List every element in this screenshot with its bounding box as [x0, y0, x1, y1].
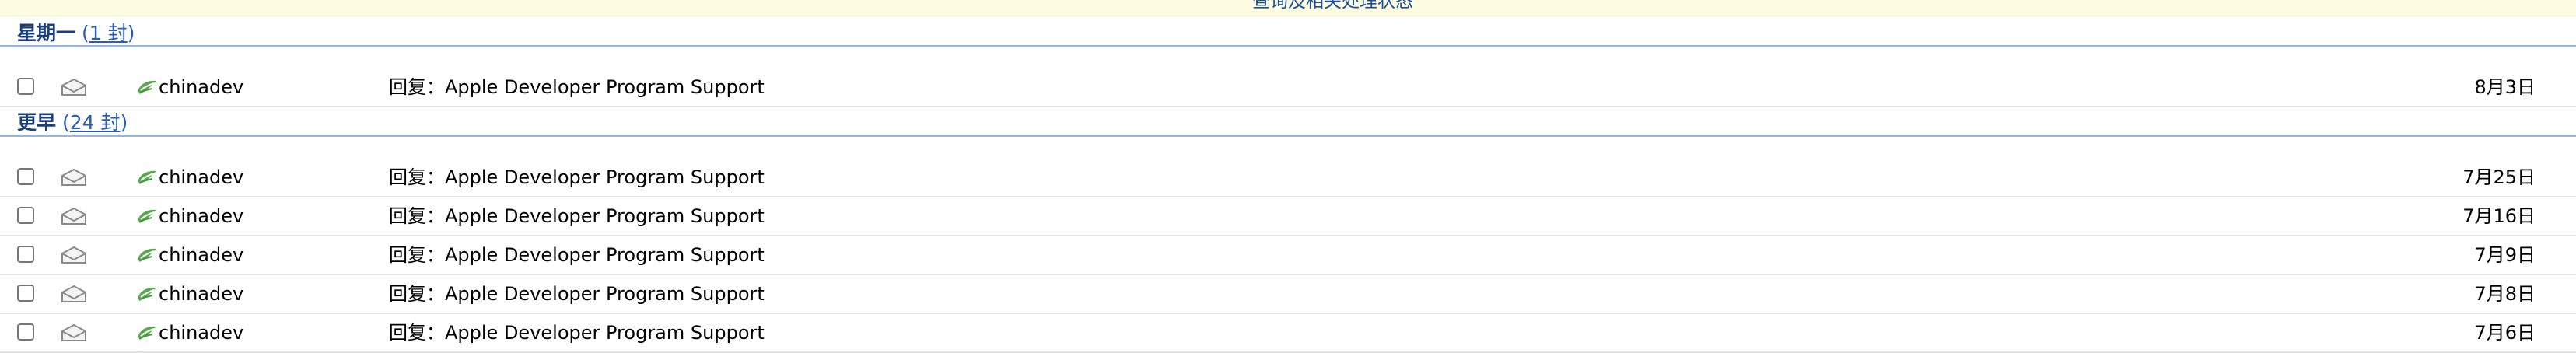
date-label: 7月9日: [2474, 244, 2536, 266]
mail-row[interactable]: chinadev 回复：Apple Developer Program Supp…: [0, 159, 2576, 197]
date-label: 8月3日: [2474, 76, 2536, 98]
subject-link[interactable]: 回复：Apple Developer Program Support: [389, 165, 765, 190]
leaf-icon: [138, 209, 156, 223]
date-label: 7月25日: [2462, 166, 2536, 188]
group-header-monday: 星期一 (1 封): [0, 22, 2576, 47]
mail-row[interactable]: chinadev 回复：Apple Developer Program Supp…: [0, 68, 2576, 107]
group-title: 星期一: [17, 22, 76, 44]
leaf-icon: [138, 170, 156, 184]
mail-row[interactable]: chinadev 回复：Apple Developer Program Supp…: [0, 197, 2576, 236]
envelope-open-icon: [61, 285, 86, 302]
leaf-icon: [138, 80, 156, 94]
sender-name[interactable]: chinadev: [159, 281, 243, 306]
sender-name[interactable]: chinadev: [159, 243, 243, 267]
row-checkbox[interactable]: [17, 323, 34, 341]
date-label: 7月8日: [2474, 283, 2536, 305]
subject-link[interactable]: 回复：Apple Developer Program Support: [389, 75, 765, 100]
sender-name[interactable]: chinadev: [159, 75, 243, 100]
mail-row[interactable]: chinadev 回复：Apple Developer Program Supp…: [0, 275, 2576, 314]
row-checkbox[interactable]: [17, 78, 34, 95]
leaf-icon: [138, 248, 156, 262]
group-count-link[interactable]: 24 封: [70, 111, 121, 134]
subject-link[interactable]: 回复：Apple Developer Program Support: [389, 320, 765, 345]
row-checkbox[interactable]: [17, 246, 34, 263]
row-checkbox[interactable]: [17, 168, 34, 185]
subject-link[interactable]: 回复：Apple Developer Program Support: [389, 243, 765, 267]
subject-link[interactable]: 回复：Apple Developer Program Support: [389, 281, 765, 306]
envelope-open-icon: [61, 323, 86, 341]
subject-link[interactable]: 回复：Apple Developer Program Support: [389, 204, 765, 229]
date-label: 7月16日: [2462, 205, 2536, 227]
banner-text: 查询及相关处理状态: [1252, 0, 1413, 12]
group-header-earlier: 更早 (24 封): [0, 111, 2576, 137]
mail-row[interactable]: chinadev 回复：Apple Developer Program Supp…: [0, 236, 2576, 275]
row-checkbox[interactable]: [17, 285, 34, 302]
mail-row[interactable]: chinadev 回复：Apple Developer Program Supp…: [0, 314, 2576, 353]
envelope-open-icon: [61, 78, 86, 96]
notification-banner: 查询及相关处理状态: [0, 0, 2576, 16]
envelope-open-icon: [61, 207, 86, 225]
leaf-icon: [138, 326, 156, 340]
date-label: 7月6日: [2474, 322, 2536, 344]
group-count-link[interactable]: 1 封: [89, 22, 128, 44]
sender-name[interactable]: chinadev: [159, 204, 243, 229]
leaf-icon: [138, 287, 156, 301]
sender-name[interactable]: chinadev: [159, 165, 243, 190]
group-title: 更早: [17, 111, 57, 134]
sender-name[interactable]: chinadev: [159, 320, 243, 345]
row-checkbox[interactable]: [17, 207, 34, 224]
envelope-open-icon: [61, 246, 86, 264]
envelope-open-icon: [61, 168, 86, 186]
